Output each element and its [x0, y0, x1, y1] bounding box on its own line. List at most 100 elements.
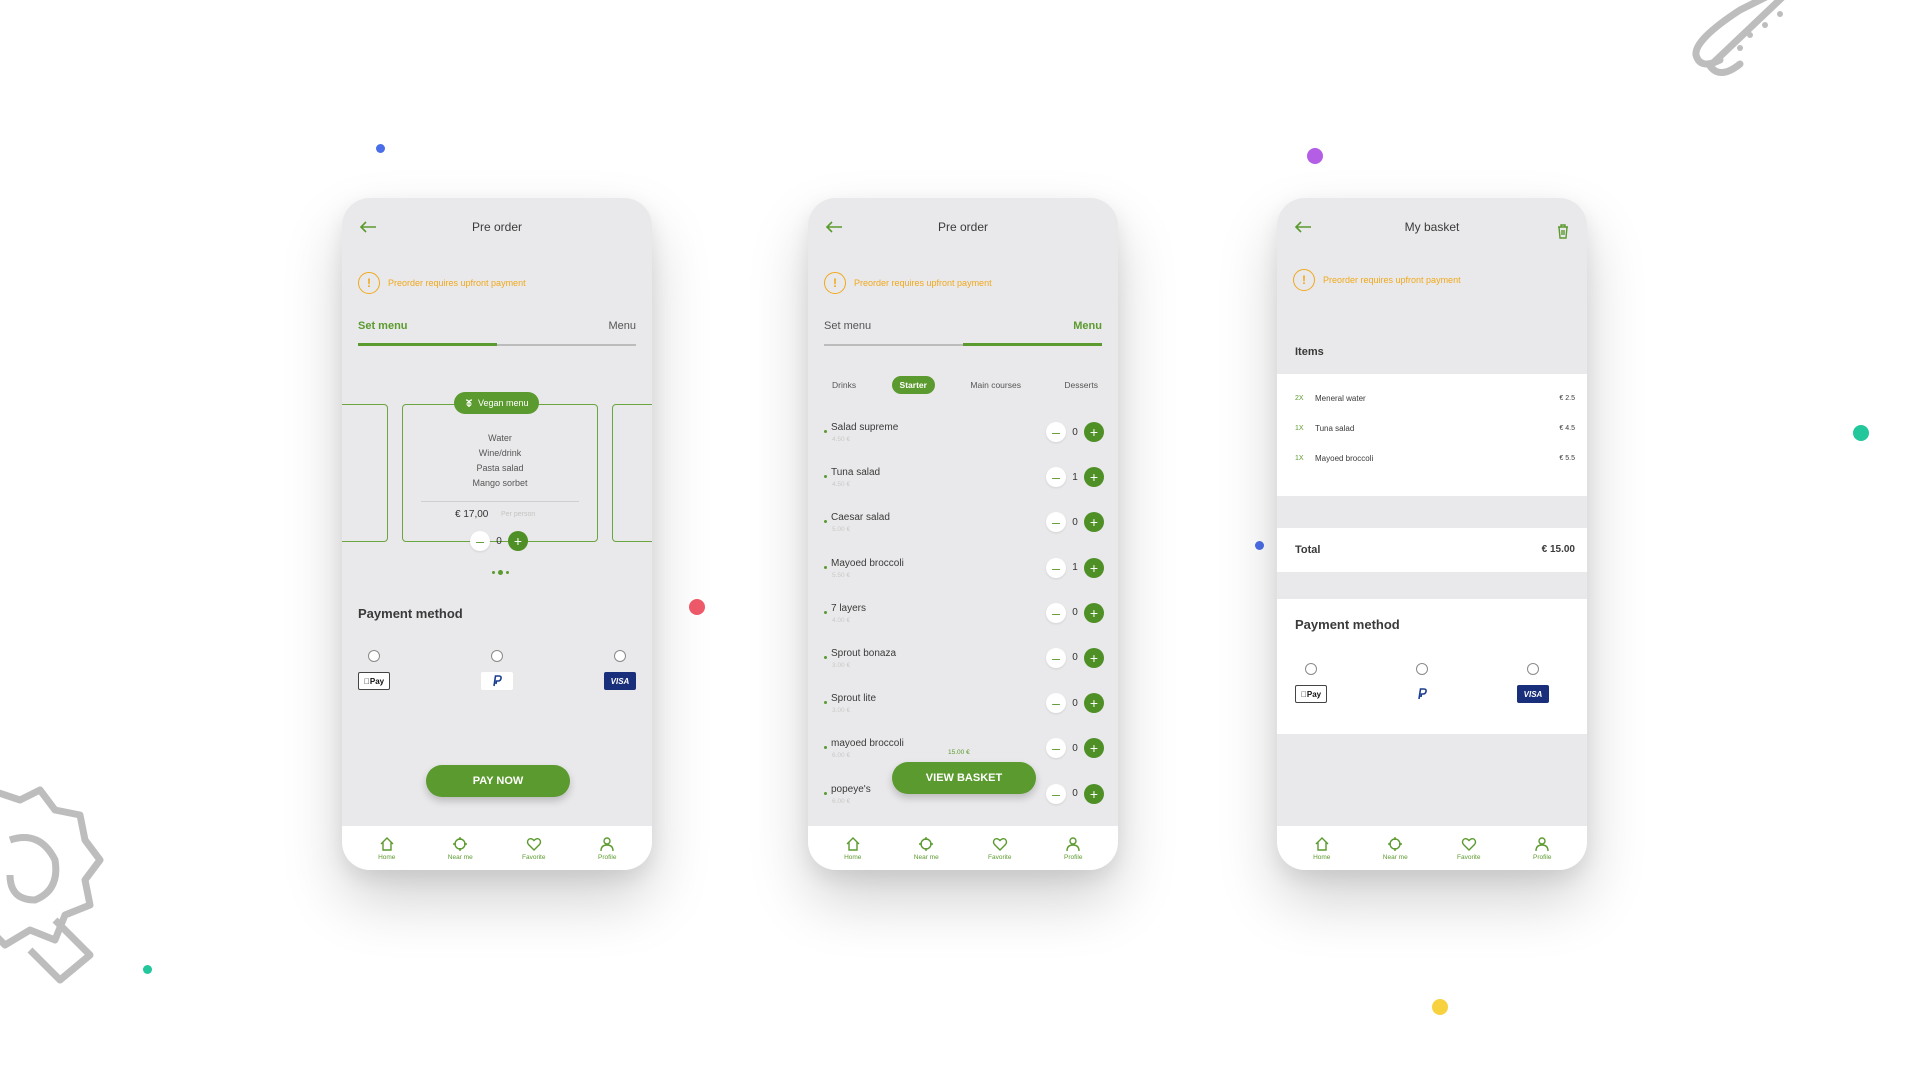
payment-option-visa[interactable]: VISA [604, 650, 636, 690]
decrease-button[interactable]: – [1046, 647, 1066, 668]
tab-profile[interactable]: Profile [1053, 836, 1093, 861]
increase-button[interactable]: + [1084, 783, 1104, 804]
set-menu-card[interactable]: Water Wine/drink Pasta salad Mango sorbe… [402, 404, 598, 542]
category-main-courses[interactable]: Main courses [962, 376, 1029, 394]
warning-icon: ! [1293, 269, 1315, 291]
increase-button[interactable]: + [1084, 602, 1104, 623]
set-menu-item: Pasta salad [476, 463, 524, 473]
tab-near-me[interactable]: Near me [440, 836, 480, 861]
category-desserts[interactable]: Desserts [1056, 376, 1106, 394]
quantity-value: 0 [1072, 742, 1078, 754]
decrease-button[interactable]: – [1046, 422, 1066, 442]
radio-applepay[interactable] [1305, 663, 1317, 675]
quantity-value: 1 [1072, 562, 1078, 574]
payment-option-paypal[interactable] [1406, 663, 1438, 703]
increase-button[interactable]: + [1084, 512, 1104, 533]
pager-dot-active[interactable] [498, 570, 503, 575]
decrease-button[interactable]: – [1046, 693, 1066, 714]
tab-menu[interactable]: Menu [1073, 320, 1102, 332]
item-price: 4.50 € [832, 436, 851, 443]
increase-button[interactable]: + [1084, 647, 1104, 668]
page-title: My basket [1404, 220, 1460, 234]
tab-set-menu[interactable]: Set menu [824, 320, 871, 332]
increase-button[interactable]: + [1084, 422, 1104, 442]
decrease-button[interactable]: – [1046, 467, 1066, 488]
tab-favorite[interactable]: Favorite [980, 836, 1020, 861]
page-title: Pre order [937, 220, 989, 234]
item-name: Salad supreme [824, 422, 898, 433]
payment-options: Pay VISA [1295, 663, 1569, 703]
category-drinks[interactable]: Drinks [824, 376, 864, 394]
heart-icon [526, 837, 541, 851]
set-menu-card-previous[interactable] [342, 404, 388, 542]
menu-item-row: Tuna salad 4.50 € –1 + [824, 467, 1104, 512]
payment-option-applepay[interactable]: Pay [1295, 663, 1327, 703]
decrease-button[interactable]: – [1046, 783, 1066, 804]
item-name: Sprout lite [824, 693, 876, 705]
decrease-button[interactable]: – [1046, 602, 1066, 623]
quantity-stepper: –1 + [1046, 467, 1104, 488]
increase-button[interactable]: + [1084, 557, 1104, 578]
basket-total: 15.00 € [948, 749, 970, 756]
tab-home[interactable]: Home [367, 836, 407, 861]
segment-indicator [358, 343, 497, 346]
back-arrow-icon[interactable] [824, 220, 844, 234]
increase-button[interactable]: + [1084, 693, 1104, 714]
tab-set-menu[interactable]: Set menu [358, 320, 408, 332]
tab-label: Near me [913, 853, 939, 861]
tab-profile[interactable]: Profile [587, 836, 627, 861]
payment-option-visa[interactable]: VISA [1517, 663, 1549, 703]
tab-label: Favorite [522, 853, 546, 861]
tab-near-me[interactable]: Near me [1375, 836, 1415, 861]
trash-icon[interactable] [1555, 223, 1571, 239]
item-price: € 5.5 [1559, 455, 1575, 462]
decrease-button[interactable]: – [1046, 512, 1066, 533]
menu-item-row: Salad supreme 4.50 € –0 + [824, 422, 1104, 467]
tab-menu[interactable]: Menu [608, 320, 636, 332]
crosshair-icon [1388, 836, 1403, 851]
menu-item-row: 7 layers 4.00 € –0 + [824, 602, 1104, 648]
pay-now-button[interactable]: PAY NOW [426, 765, 570, 797]
radio-applepay[interactable] [368, 650, 380, 662]
decor-dot-green [143, 965, 152, 974]
increase-button[interactable]: + [508, 531, 528, 551]
item-quantity: 1X [1295, 455, 1304, 462]
tab-favorite[interactable]: Favorite [514, 836, 554, 861]
vegan-menu-badge: Vegan menu [454, 392, 539, 414]
view-basket-button[interactable]: VIEW BASKET [892, 762, 1036, 794]
decrease-button[interactable]: – [1046, 557, 1066, 578]
set-menu-card-next[interactable] [612, 404, 652, 542]
increase-button[interactable]: + [1084, 467, 1104, 488]
bottom-tab-bar: Home Near me Favorite Profile [1277, 826, 1587, 870]
phone-preorder-menu: Pre order ! Preorder requires upfront pa… [808, 198, 1118, 870]
increase-button[interactable]: + [1084, 738, 1104, 759]
tab-label: Near me [1382, 853, 1408, 861]
tab-home[interactable]: Home [1302, 836, 1342, 861]
payment-option-applepay[interactable]: Pay [358, 650, 390, 690]
segment-control: Set menu Menu [358, 320, 636, 346]
tab-near-me[interactable]: Near me [906, 836, 946, 861]
radio-visa[interactable] [614, 650, 626, 662]
paypal-logo [1406, 685, 1438, 703]
radio-paypal[interactable] [1416, 663, 1428, 675]
radio-paypal[interactable] [491, 650, 503, 662]
basket-item-row: 1X Mayoed broccoli € 5.5 [1295, 454, 1575, 463]
set-menu-item: Mango sorbet [472, 478, 528, 488]
phone-my-basket: My basket ! Preorder requires upfront pa… [1277, 198, 1587, 870]
tab-profile[interactable]: Profile [1522, 836, 1562, 861]
pager-dot[interactable] [506, 571, 509, 574]
decrease-button[interactable]: – [1046, 738, 1066, 759]
back-arrow-icon[interactable] [1293, 220, 1313, 234]
category-starter[interactable]: Starter [891, 376, 935, 394]
item-price: € 2.5 [1559, 395, 1575, 402]
radio-visa[interactable] [1527, 663, 1539, 675]
back-arrow-icon[interactable] [358, 220, 378, 234]
pager-dot[interactable] [492, 571, 495, 574]
decrease-button[interactable]: – [470, 531, 490, 551]
tab-favorite[interactable]: Favorite [1449, 836, 1489, 861]
prepay-notice-text: Preorder requires upfront payment [388, 278, 526, 288]
tab-home[interactable]: Home [833, 836, 873, 861]
payment-option-paypal[interactable] [481, 650, 513, 690]
prepay-notice-text: Preorder requires upfront payment [1323, 275, 1461, 285]
category-filter: Drinks Starter Main courses Desserts [824, 376, 1106, 394]
